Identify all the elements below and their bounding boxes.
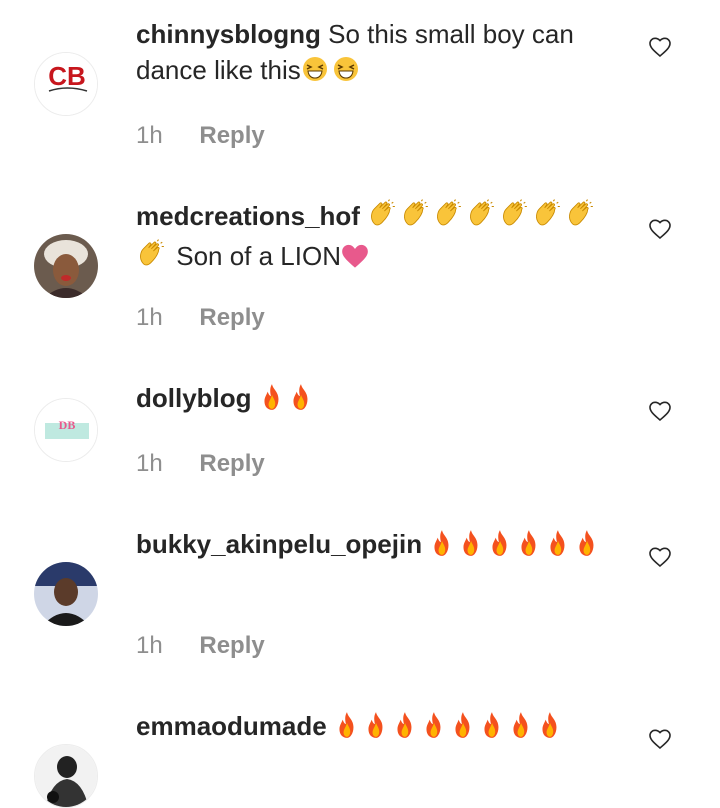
fire-emoji [259,383,285,420]
clap-emoji [532,199,562,238]
comment-meta: 1h Reply [136,122,265,150]
like-heart-icon[interactable] [648,217,672,241]
fire-emoji [392,711,418,748]
fire-emoji [458,529,484,566]
reply-button[interactable]: Reply [199,450,264,477]
fire-emoji [363,711,389,748]
fire-emoji [545,529,571,566]
avatar[interactable]: DB [34,398,98,462]
fire-emoji [334,711,360,748]
comment-text: medcreations_hof Son of a LION [136,198,626,278]
comment-meta: 1h Reply [136,632,265,660]
svg-text:CB: CB [48,61,86,91]
clap-emoji [466,199,496,238]
fire-emoji [487,529,513,566]
comment-username[interactable]: medcreations_hof [136,201,360,231]
avatar[interactable] [34,562,98,626]
grin-squint-emoji [301,55,329,92]
avatar[interactable] [34,234,98,298]
like-heart-icon[interactable] [648,727,672,751]
like-heart-icon[interactable] [648,399,672,423]
reply-button[interactable]: Reply [199,632,264,659]
fire-emoji [537,711,563,748]
fire-emoji [429,529,455,566]
comment-text: chinnysblogng So this small boy can danc… [136,16,626,92]
comment-time: 1h [136,632,163,659]
clap-emoji [400,199,430,238]
svg-text:DB: DB [59,418,76,432]
fire-emoji [479,711,505,748]
like-heart-icon[interactable] [648,545,672,569]
heart-emoji [341,242,369,278]
clap-emoji [565,199,595,238]
fire-emoji [508,711,534,748]
fire-emoji [288,383,314,420]
reply-button[interactable]: Reply [199,304,264,331]
comment-text: emmaodumade [136,708,626,748]
comment-body: Son of a LION [176,241,341,271]
clap-emoji [499,199,529,238]
clap-emoji [367,199,397,238]
clap-emoji [136,239,166,278]
comment-username[interactable]: bukky_akinpelu_opejin [136,529,422,559]
comment-username[interactable]: chinnysblogng [136,19,321,49]
fire-emoji [574,529,600,566]
reply-button[interactable]: Reply [199,122,264,149]
fire-emoji [450,711,476,748]
comment-time: 1h [136,450,163,477]
comment-text: dollyblog [136,380,626,420]
comment-username[interactable]: emmaodumade [136,711,327,741]
comment-time: 1h [136,122,163,149]
comment-meta: 1h Reply [136,450,265,478]
comment-username[interactable]: dollyblog [136,383,252,413]
fire-emoji [516,529,542,566]
fire-emoji [421,711,447,748]
comment-text: bukky_akinpelu_opejin [136,526,626,566]
comment-meta: 1h Reply [136,304,265,332]
like-heart-icon[interactable] [648,35,672,59]
comment-time: 1h [136,304,163,331]
avatar[interactable]: CB [34,52,98,116]
grin-squint-emoji [332,55,360,92]
avatar[interactable] [34,744,98,808]
clap-emoji [433,199,463,238]
